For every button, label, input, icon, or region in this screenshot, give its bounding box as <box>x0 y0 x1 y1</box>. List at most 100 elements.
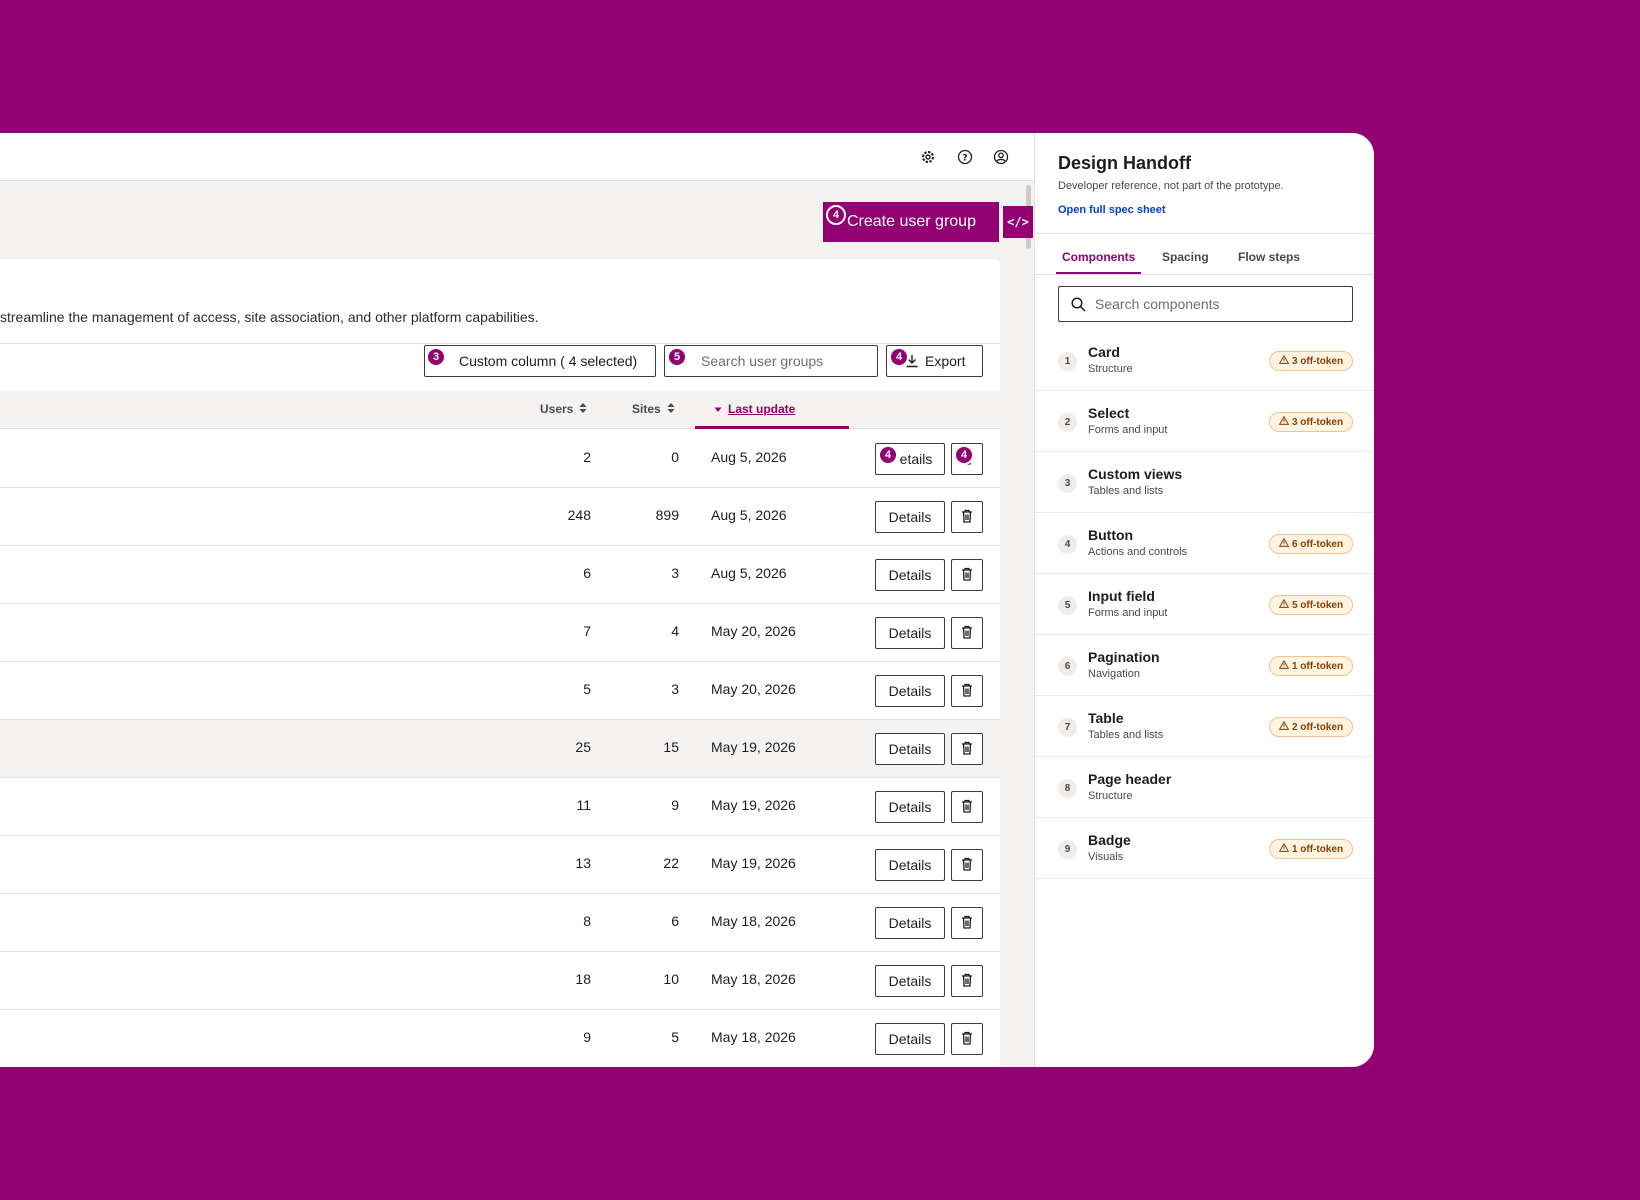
details-button[interactable]: Details <box>875 617 945 649</box>
component-number: 2 <box>1058 413 1077 432</box>
component-list-item[interactable]: 8 Page header Structure <box>1035 757 1374 818</box>
delete-button[interactable] <box>951 559 983 591</box>
annotation-marker: 4 <box>878 445 898 465</box>
open-spec-sheet-link[interactable]: Open full spec sheet <box>1058 204 1166 216</box>
table-header: Users Sites Last update <box>0 391 1000 429</box>
details-button[interactable]: Details <box>875 501 945 533</box>
component-list-item[interactable]: 5 Input field Forms and input 5 off-token <box>1035 574 1374 635</box>
trash-icon <box>961 625 973 642</box>
table-row: 11 9 May 19, 2026 Details <box>0 778 1000 836</box>
details-button[interactable]: Details <box>875 907 945 939</box>
off-token-badge: 3 off-token <box>1269 412 1353 432</box>
delete-button[interactable] <box>951 733 983 765</box>
component-list-item[interactable]: 2 Select Forms and input 3 off-token <box>1035 391 1374 452</box>
component-name: Table <box>1088 710 1124 726</box>
column-header-sites[interactable]: Sites <box>632 402 675 416</box>
user-avatar-icon[interactable] <box>991 147 1011 167</box>
active-sort-indicator <box>695 426 849 429</box>
trash-icon <box>961 799 973 816</box>
off-token-label: 3 off-token <box>1291 355 1344 367</box>
date-cell: Aug 5, 2026 <box>711 507 787 523</box>
date-cell: May 18, 2026 <box>711 913 796 929</box>
component-name: Custom views <box>1088 466 1183 482</box>
tab-components[interactable]: Components <box>1062 250 1135 264</box>
component-list-item[interactable]: 7 Table Tables and lists 2 off-token <box>1035 696 1374 757</box>
table-row: 6 3 Aug 5, 2026 Details <box>0 546 1000 604</box>
gear-icon[interactable] <box>918 147 938 167</box>
sites-cell: 15 <box>663 739 679 755</box>
warning-icon <box>1278 659 1290 672</box>
component-list-item[interactable]: 1 Card Structure 3 off-token <box>1035 330 1374 391</box>
search-icon <box>1071 297 1086 315</box>
delete-button[interactable] <box>951 791 983 823</box>
search-components-input[interactable]: Search components <box>1058 286 1353 322</box>
tab-spacing[interactable]: Spacing <box>1162 250 1209 264</box>
app-window: ? Create user group 4 </> streamline the… <box>0 133 1374 1067</box>
details-button[interactable]: Details <box>875 559 945 591</box>
details-label: Details <box>888 567 932 583</box>
component-category: Structure <box>1088 363 1133 375</box>
component-name: Card <box>1088 344 1120 360</box>
column-header-label: Sites <box>632 402 661 416</box>
component-number: 3 <box>1058 474 1077 493</box>
custom-column-button[interactable]: Custom column ( 4 selected) <box>424 345 656 377</box>
column-header-users[interactable]: Users <box>540 402 587 416</box>
component-name: Select <box>1088 405 1130 421</box>
delete-button[interactable] <box>951 501 983 533</box>
component-category: Navigation <box>1088 668 1140 680</box>
date-cell: May 19, 2026 <box>711 797 796 813</box>
component-category: Tables and lists <box>1088 729 1164 741</box>
off-token-label: 1 off-token <box>1291 660 1344 672</box>
component-list-item[interactable]: 6 Pagination Navigation 1 off-token <box>1035 635 1374 696</box>
sort-icon <box>579 402 587 416</box>
off-token-badge: 1 off-token <box>1269 839 1353 859</box>
search-components-placeholder: Search components <box>1095 296 1220 312</box>
table-row: 8 6 May 18, 2026 Details <box>0 894 1000 952</box>
delete-button[interactable] <box>951 965 983 997</box>
sites-cell: 0 <box>671 449 679 465</box>
delete-button[interactable] <box>951 849 983 881</box>
annotation-marker: 5 <box>667 347 687 367</box>
delete-button[interactable] <box>951 617 983 649</box>
scrollbar-track[interactable] <box>1024 181 1034 1067</box>
tab-flow-steps[interactable]: Flow steps <box>1238 250 1300 264</box>
annotation-marker: 4 <box>889 347 909 367</box>
details-button[interactable]: Details <box>875 675 945 707</box>
off-token-label: 1 off-token <box>1291 843 1344 855</box>
users-cell: 9 <box>583 1029 591 1045</box>
column-header-last-update[interactable]: Last update <box>714 402 795 416</box>
off-token-label: 5 off-token <box>1291 599 1344 611</box>
component-list-item[interactable]: 9 Badge Visuals 1 off-token <box>1035 818 1374 879</box>
delete-button[interactable] <box>951 675 983 707</box>
delete-button[interactable] <box>951 1023 983 1055</box>
panel-title: Design Handoff <box>1058 153 1191 173</box>
details-label: Details <box>888 799 932 815</box>
details-button[interactable]: Details <box>875 965 945 997</box>
table-row: 7 4 May 20, 2026 Details <box>0 604 1000 662</box>
details-button[interactable]: Details <box>875 1023 945 1055</box>
details-label: Details <box>888 625 932 641</box>
create-user-group-button[interactable]: Create user group <box>823 202 999 242</box>
component-list-item[interactable]: 3 Custom views Tables and lists <box>1035 452 1374 513</box>
help-icon[interactable]: ? <box>955 147 975 167</box>
component-list-item[interactable]: 4 Button Actions and controls 6 off-token <box>1035 513 1374 574</box>
date-cell: May 19, 2026 <box>711 739 796 755</box>
panel-subtitle: Developer reference, not part of the pro… <box>1058 180 1284 192</box>
annotation-marker: 3 <box>426 347 446 367</box>
details-label: Details <box>888 1031 932 1047</box>
component-category: Tables and lists <box>1088 485 1164 497</box>
code-view-button[interactable]: </> <box>1003 206 1033 238</box>
component-name: Page header <box>1088 771 1172 787</box>
component-number: 6 <box>1058 657 1077 676</box>
component-name: Input field <box>1088 588 1155 604</box>
details-button[interactable]: Details <box>875 849 945 881</box>
users-cell: 18 <box>575 971 591 987</box>
sort-icon <box>667 402 675 416</box>
users-cell: 248 <box>567 507 591 523</box>
users-cell: 6 <box>583 565 591 581</box>
top-bar: ? <box>0 133 1034 181</box>
details-button[interactable]: Details <box>875 791 945 823</box>
delete-button[interactable] <box>951 907 983 939</box>
search-user-groups-input[interactable]: Search user groups <box>664 345 878 377</box>
details-button[interactable]: Details <box>875 733 945 765</box>
